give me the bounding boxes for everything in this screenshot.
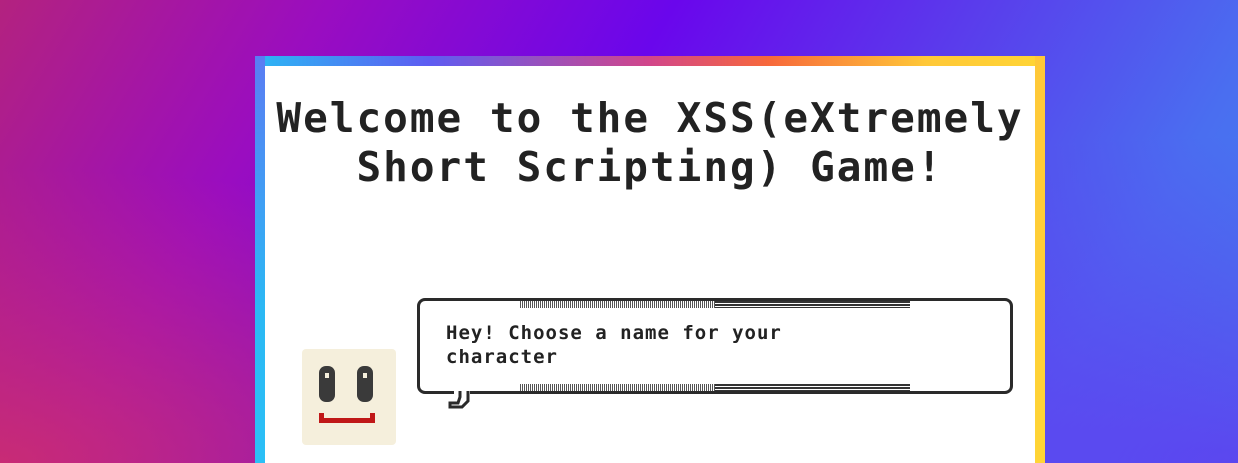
speech-text: Hey! Choose a name for your character	[446, 322, 782, 368]
page-title: Welcome to the XSS(eXtremely Short Scrip…	[276, 94, 1024, 191]
bubble-decoration-top	[520, 301, 910, 308]
left-eye-icon	[319, 366, 335, 402]
speech-bubble: Hey! Choose a name for your character	[417, 298, 1013, 409]
game-frame: Welcome to the XSS(eXtremely Short Scrip…	[255, 56, 1045, 463]
right-eye-icon	[357, 366, 373, 402]
game-panel: Welcome to the XSS(eXtremely Short Scrip…	[265, 66, 1035, 463]
mouth-icon	[319, 413, 375, 423]
speech-tail-icon	[448, 391, 470, 409]
bubble-decoration-bottom	[520, 384, 910, 391]
character-avatar	[302, 349, 396, 445]
